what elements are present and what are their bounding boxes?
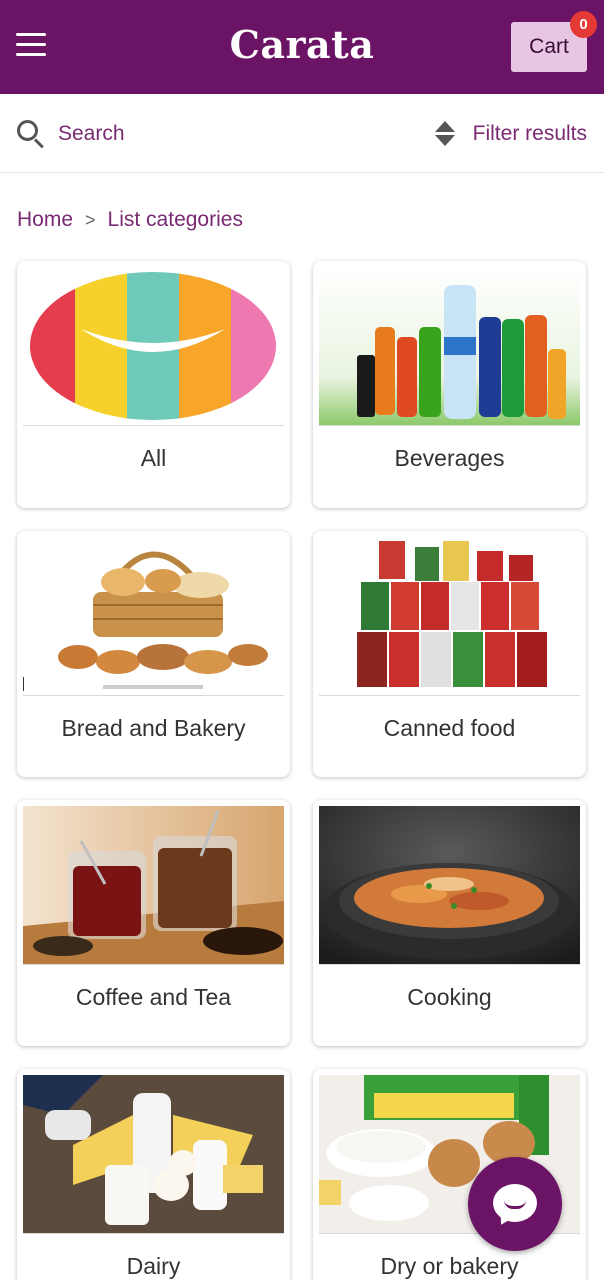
category-card-bread-and-bakery[interactable]: Bread and Bakery bbox=[17, 531, 290, 777]
category-card-cooking[interactable]: Cooking bbox=[313, 800, 586, 1046]
category-image-canned-food bbox=[319, 537, 580, 695]
filter-label: Filter results bbox=[472, 122, 587, 145]
chat-button[interactable] bbox=[468, 1157, 562, 1251]
category-card-beverages[interactable]: Beverages bbox=[313, 261, 586, 508]
category-image-beverages bbox=[319, 267, 580, 425]
category-image-cooking bbox=[319, 806, 580, 964]
breadcrumb-home-link[interactable]: Home bbox=[17, 208, 73, 232]
search-toolbar: Search Filter results bbox=[0, 94, 604, 173]
cart-count-badge: 0 bbox=[570, 11, 597, 38]
search-label: Search bbox=[58, 122, 125, 145]
category-card-dairy[interactable]: Dairy bbox=[17, 1069, 290, 1280]
sort-icon bbox=[434, 120, 455, 148]
category-label: Dry or bakery bbox=[380, 1253, 519, 1279]
breadcrumb-current-link[interactable]: List categories bbox=[108, 208, 243, 232]
search-icon bbox=[16, 119, 46, 149]
category-image-bread-and-bakery bbox=[23, 537, 284, 695]
category-label: Bread and Bakery bbox=[61, 715, 246, 741]
search-button[interactable]: Search bbox=[16, 118, 125, 150]
category-card-canned-food[interactable]: Canned food bbox=[313, 531, 586, 777]
category-label: All bbox=[140, 445, 167, 471]
breadcrumb-separator: > bbox=[85, 209, 96, 230]
category-label: Coffee and Tea bbox=[75, 984, 232, 1010]
filter-results-button[interactable]: Filter results bbox=[434, 118, 587, 150]
category-image-all bbox=[23, 267, 284, 425]
category-image-coffee-and-tea bbox=[23, 806, 284, 964]
category-label: Dairy bbox=[126, 1253, 181, 1279]
category-label: Cooking bbox=[407, 984, 492, 1010]
category-image-dairy bbox=[23, 1075, 284, 1233]
category-card-all[interactable]: All bbox=[17, 261, 290, 508]
category-label: Beverages bbox=[394, 445, 505, 471]
category-card-coffee-and-tea[interactable]: Coffee and Tea bbox=[17, 800, 290, 1046]
breadcrumb: Home > List categories bbox=[17, 208, 243, 232]
app-header: Carata Cart 0 bbox=[0, 0, 604, 94]
category-label: Canned food bbox=[383, 715, 516, 741]
